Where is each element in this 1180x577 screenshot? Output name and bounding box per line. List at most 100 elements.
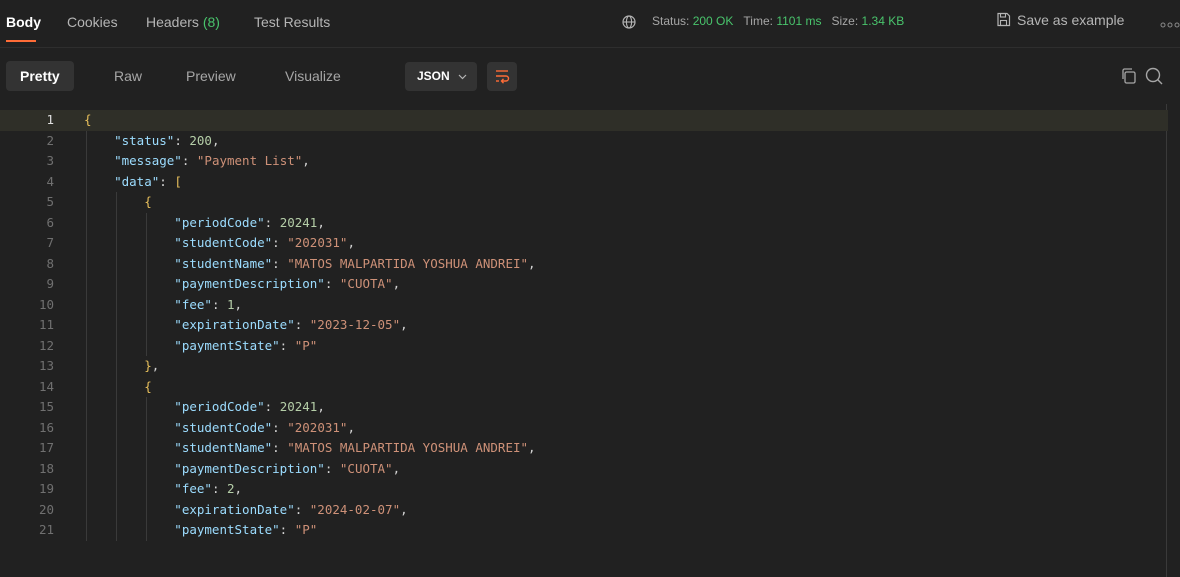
line-number: 1 xyxy=(46,112,54,127)
search-icon[interactable] xyxy=(1144,66,1164,86)
code-token: , xyxy=(211,132,220,148)
copy-icon[interactable] xyxy=(1120,67,1138,85)
line-number: 13 xyxy=(38,358,54,373)
code-token: "202031" xyxy=(287,235,348,250)
code-token: "MATOS MALPARTIDA YOSHUA ANDREI" xyxy=(287,440,529,455)
code-line: 20 "expirationDate": "2024-02-07", xyxy=(0,500,1168,521)
code-token: , xyxy=(234,481,243,496)
active-tab-indicator xyxy=(6,40,36,42)
response-tabs: Body Cookies Headers (8) Test Results St… xyxy=(0,0,1180,48)
code-text: "paymentState": "P" xyxy=(84,336,317,357)
code-text: }, xyxy=(84,356,159,377)
code-token: , xyxy=(392,276,401,291)
code-token: "fee" xyxy=(84,481,212,496)
code-token: 20241 xyxy=(279,214,318,230)
time-value[interactable]: 1101 ms xyxy=(776,14,821,28)
code-line: 13 }, xyxy=(0,356,1168,377)
format-select-value: JSON xyxy=(417,69,450,83)
pretty-button[interactable]: Pretty xyxy=(6,61,74,91)
code-token: 200 xyxy=(189,132,212,148)
raw-button[interactable]: Raw xyxy=(100,61,156,91)
tab-test-results[interactable]: Test Results xyxy=(254,14,330,30)
code-token: : xyxy=(181,153,197,168)
line-number: 8 xyxy=(46,255,54,271)
save-icon xyxy=(997,12,1011,27)
format-select[interactable]: JSON xyxy=(405,62,477,91)
code-token: "CUOTA" xyxy=(339,460,393,476)
line-number: 11 xyxy=(38,317,54,332)
code-token: "status" xyxy=(84,132,175,148)
code-token: : xyxy=(272,255,288,271)
code-line: 12 "paymentState": "P" xyxy=(0,336,1168,357)
tab-body[interactable]: Body xyxy=(6,14,41,30)
save-as-example-button[interactable]: Save as example xyxy=(996,12,1124,28)
code-token: : xyxy=(264,214,280,230)
code-token: "P" xyxy=(294,522,318,537)
code-token: "202031" xyxy=(287,419,348,435)
line-number: 21 xyxy=(38,522,54,537)
line-number: 17 xyxy=(38,440,54,455)
code-line: 5 { xyxy=(0,192,1168,213)
code-text: "paymentDescription": "CUOTA", xyxy=(84,459,400,480)
line-number: 15 xyxy=(38,399,54,414)
size-value[interactable]: 1.34 KB xyxy=(862,14,905,28)
code-line: 16 "studentCode": "202031", xyxy=(0,418,1168,439)
line-number: 6 xyxy=(46,214,54,230)
code-token: "message" xyxy=(84,153,182,168)
tab-headers[interactable]: Headers (8) xyxy=(146,14,220,30)
code-token: 1 xyxy=(227,296,235,312)
code-line: 3 "message": "Payment List", xyxy=(0,151,1168,172)
code-token: : xyxy=(294,317,310,332)
code-token: : xyxy=(264,399,280,414)
line-number: 18 xyxy=(38,460,54,476)
code-token: , xyxy=(400,501,408,517)
code-token: } xyxy=(84,358,152,373)
wrap-lines-button[interactable] xyxy=(487,62,517,91)
code-token: "2023-12-05" xyxy=(309,317,401,332)
response-body-editor[interactable]: 1{2 "status": 200, 3 "message": "Payment … xyxy=(0,104,1180,577)
code-text: "message": "Payment List", xyxy=(84,151,310,172)
tab-headers-label: Headers xyxy=(146,14,199,30)
code-line: 19 "fee": 2, xyxy=(0,479,1168,500)
indent-guide xyxy=(116,192,118,541)
code-token: : xyxy=(159,173,175,189)
status-value[interactable]: 200 OK xyxy=(693,14,734,28)
tab-cookies[interactable]: Cookies xyxy=(67,14,118,30)
status-label: Status: xyxy=(652,14,690,28)
visualize-button[interactable]: Visualize xyxy=(271,61,355,91)
code-token: "studentName" xyxy=(84,255,273,271)
code-line: 15 "periodCode": 20241, xyxy=(0,397,1168,418)
code-line: 17 "studentName": "MATOS MALPARTIDA YOSH… xyxy=(0,438,1168,459)
globe-icon[interactable] xyxy=(622,15,636,29)
chevron-down-icon xyxy=(458,74,467,80)
more-options-icon[interactable] xyxy=(1160,22,1180,28)
code-token: , xyxy=(317,214,325,230)
body-toolbar: Pretty Raw Preview Visualize JSON xyxy=(0,48,1180,104)
line-number: 16 xyxy=(38,419,54,435)
code-token: { xyxy=(84,112,92,127)
code-text: { xyxy=(84,377,152,398)
line-number: 10 xyxy=(38,296,54,312)
code-token: , xyxy=(347,419,355,435)
code-line: 7 "studentCode": "202031", xyxy=(0,233,1168,254)
preview-button[interactable]: Preview xyxy=(172,61,250,91)
code-token: : xyxy=(272,235,288,250)
code-text: "fee": 2, xyxy=(84,479,242,500)
code-text: "paymentState": "P" xyxy=(84,520,317,541)
line-number: 14 xyxy=(38,378,54,394)
code-text: { xyxy=(84,110,92,131)
code-token: "periodCode" xyxy=(84,214,265,230)
line-number: 3 xyxy=(46,153,54,168)
code-text: "studentName": "MATOS MALPARTIDA YOSHUA … xyxy=(84,438,535,459)
line-number: 2 xyxy=(46,132,54,148)
code-token: : xyxy=(324,276,340,291)
code-token: 20241 xyxy=(279,399,318,414)
code-token: "paymentState" xyxy=(84,337,280,353)
code-text: "status": 200, xyxy=(84,131,219,152)
code-line: 18 "paymentDescription": "CUOTA", xyxy=(0,459,1168,480)
code-line: 11 "expirationDate": "2023-12-05", xyxy=(0,315,1168,336)
code-token: , xyxy=(392,460,401,476)
code-token: "CUOTA" xyxy=(339,276,393,291)
time-label: Time: xyxy=(743,14,773,28)
line-number: 4 xyxy=(46,173,54,189)
